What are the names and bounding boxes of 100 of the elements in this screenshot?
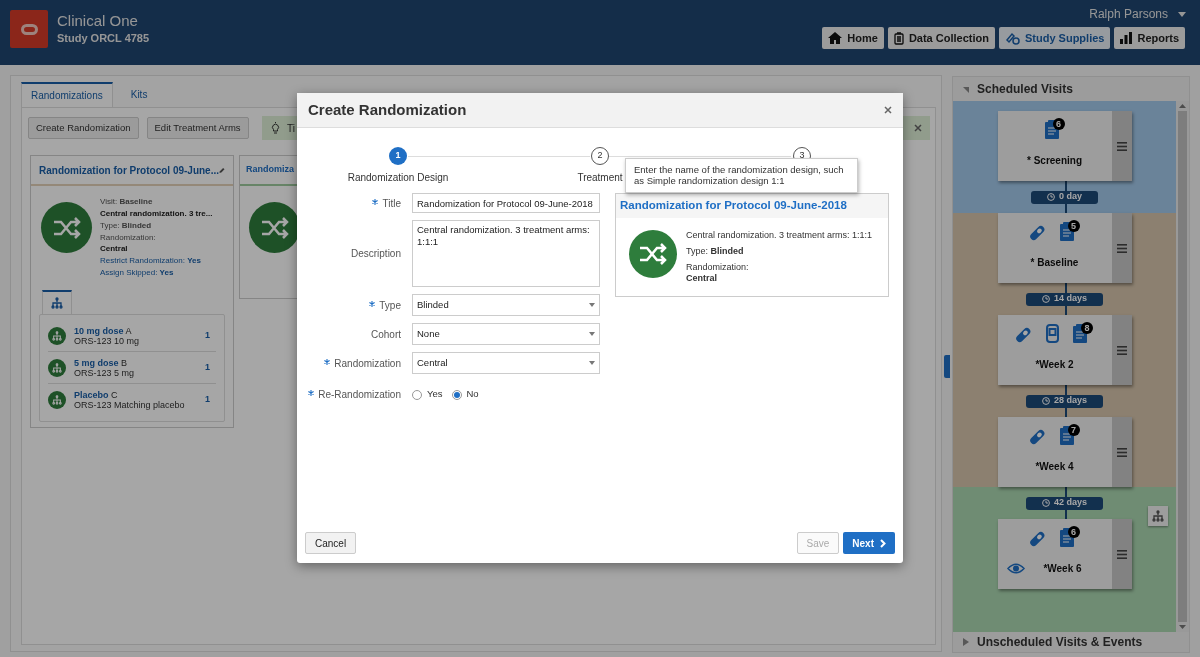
visit-name: *Week 2 [1035,358,1074,372]
shuffle-icon [51,216,82,239]
panel-toggle[interactable] [944,355,950,378]
caret-icon [1178,11,1186,17]
home-icon [828,32,843,44]
step-indicator[interactable]: 1 [389,147,407,165]
card-title-link[interactable]: Randomiza [246,163,294,177]
tab[interactable]: Kits [116,82,162,107]
arm-kit: ORS-123 Matching placebo [74,400,186,410]
radio-button[interactable] [451,389,462,400]
study-name: Study ORCL 4785 [57,30,150,46]
arm-count: 1 [205,360,210,374]
close-icon[interactable] [884,106,892,114]
preview-type: Type: Blinded [686,246,745,257]
menu-icon[interactable] [1116,447,1127,457]
arm-name: Placebo C [74,390,119,400]
visit-card[interactable]: 5 * Baseline [997,213,1132,283]
clock-icon [1047,193,1055,201]
toolbar-button[interactable]: Create Randomization [28,117,139,139]
visit-card[interactable]: 8 *Week 2 [997,315,1132,385]
visit-card[interactable]: 7 *Week 4 [997,417,1132,487]
lightbulb-icon [270,122,281,134]
detail-text: Randomization: Central [100,232,157,254]
clipboard-icon [893,31,904,45]
visit-name: *Week 4 [1035,460,1074,474]
count-badge: 8 [1081,322,1093,334]
panel-title: Scheduled Visits [977,81,1073,98]
card-title-link[interactable]: Randomization for Protocol 09-June... [39,162,219,178]
tip-text: Ti [287,121,295,136]
field-label: Title [382,197,401,209]
menu-icon[interactable] [1116,243,1127,253]
dialog-button[interactable]: Next [843,532,895,554]
select-field[interactable]: None [412,323,600,345]
expand-icon[interactable] [963,638,969,646]
radio-label: No [466,387,479,402]
nav-button[interactable]: Home [822,27,884,49]
toolbar-button[interactable]: Edit Treatment Arms [146,117,249,139]
logo-icon [10,10,48,48]
device-icon [1046,324,1059,343]
clipboard-icon [1073,324,1087,343]
radio-button[interactable] [412,389,422,400]
interval-label: 42 days [1026,496,1103,510]
visit-card[interactable]: 6 *Week 6 [997,519,1132,589]
step-label: Treatment [577,171,623,185]
clock-icon [1042,499,1050,507]
hierarchy-button[interactable] [1148,506,1168,526]
menu-icon[interactable] [1116,549,1127,559]
required-icon [369,300,376,307]
visit-card[interactable]: 6 * Screening [997,111,1132,181]
bar-chart-icon [1120,32,1133,44]
select-field[interactable]: Blinded [412,294,600,316]
field-label: Re-Randomization [318,389,401,400]
tooltip: Enter the name of the randomization design, such as Simple randomization design 1:1 [625,158,858,193]
menu-icon[interactable] [1116,141,1127,151]
user-menu[interactable]: Ralph Parsons [1089,5,1186,23]
arm-count: 1 [205,328,210,342]
field-label: Type [379,299,401,311]
arms-tab[interactable] [42,290,72,314]
clipboard-icon [1044,120,1059,139]
detail-text: Restrict Randomization: Yes [100,255,202,266]
menu-icon[interactable] [1116,345,1127,355]
title-field[interactable]: Randomization for Protocol 09-June-2018 [412,193,600,213]
clock-icon [1042,397,1050,405]
description-field[interactable]: Central randomization. 3 treatment arms: 1:1:1 [412,220,600,287]
dialog-button[interactable]: Cancel [305,532,357,554]
caret-icon [589,332,595,336]
clipboard-icon [1059,222,1074,241]
nav-button[interactable]: Reports [1114,27,1185,49]
tab[interactable]: Randomizations [21,82,113,107]
arm-name: 5 mg dose B [74,357,129,368]
panel-footer-title: Unscheduled Visits & Events [977,634,1143,651]
scroll-up-icon[interactable] [1179,104,1186,108]
clock-icon [1042,295,1050,303]
collapse-icon[interactable] [963,87,969,93]
preview-title: Randomization for Protocol 09-June-2018 [620,198,847,214]
app-title: Clinical One [57,11,139,30]
arm-kit: ORS-123 10 mg [74,335,141,346]
detail-text: Visit: Baseline [100,196,154,207]
nav-button[interactable]: Data Collection [887,27,995,49]
detail-text: Type: Blinded [100,220,153,231]
step-label: Randomization Design [347,171,449,185]
visit-name: * Baseline [1030,256,1079,270]
pill-icon [1029,225,1046,241]
arm-kit: ORS-123 5 mg [74,367,136,378]
close-icon[interactable] [914,124,922,132]
dialog-title: Create Randomization [308,99,467,120]
clipboard-icon [1059,528,1074,547]
scroll-down-icon[interactable] [1179,625,1186,629]
detail-text: Central randomization. 3 tre... [100,208,213,219]
caret-icon [589,361,595,365]
step-indicator[interactable]: 2 [591,147,609,165]
shuffle-icon [638,243,668,265]
visit-name: * Screening [1027,154,1082,168]
nav-button[interactable]: Study Supplies [998,27,1111,49]
preview-description: Central randomization. 3 treatment arms: 1:1:1 [686,230,873,241]
required-icon [324,358,331,365]
pill-icon [1016,327,1032,343]
select-field[interactable]: Central [412,352,600,374]
hierarchy-icon [51,297,63,309]
interval-label: 28 days [1026,394,1103,408]
